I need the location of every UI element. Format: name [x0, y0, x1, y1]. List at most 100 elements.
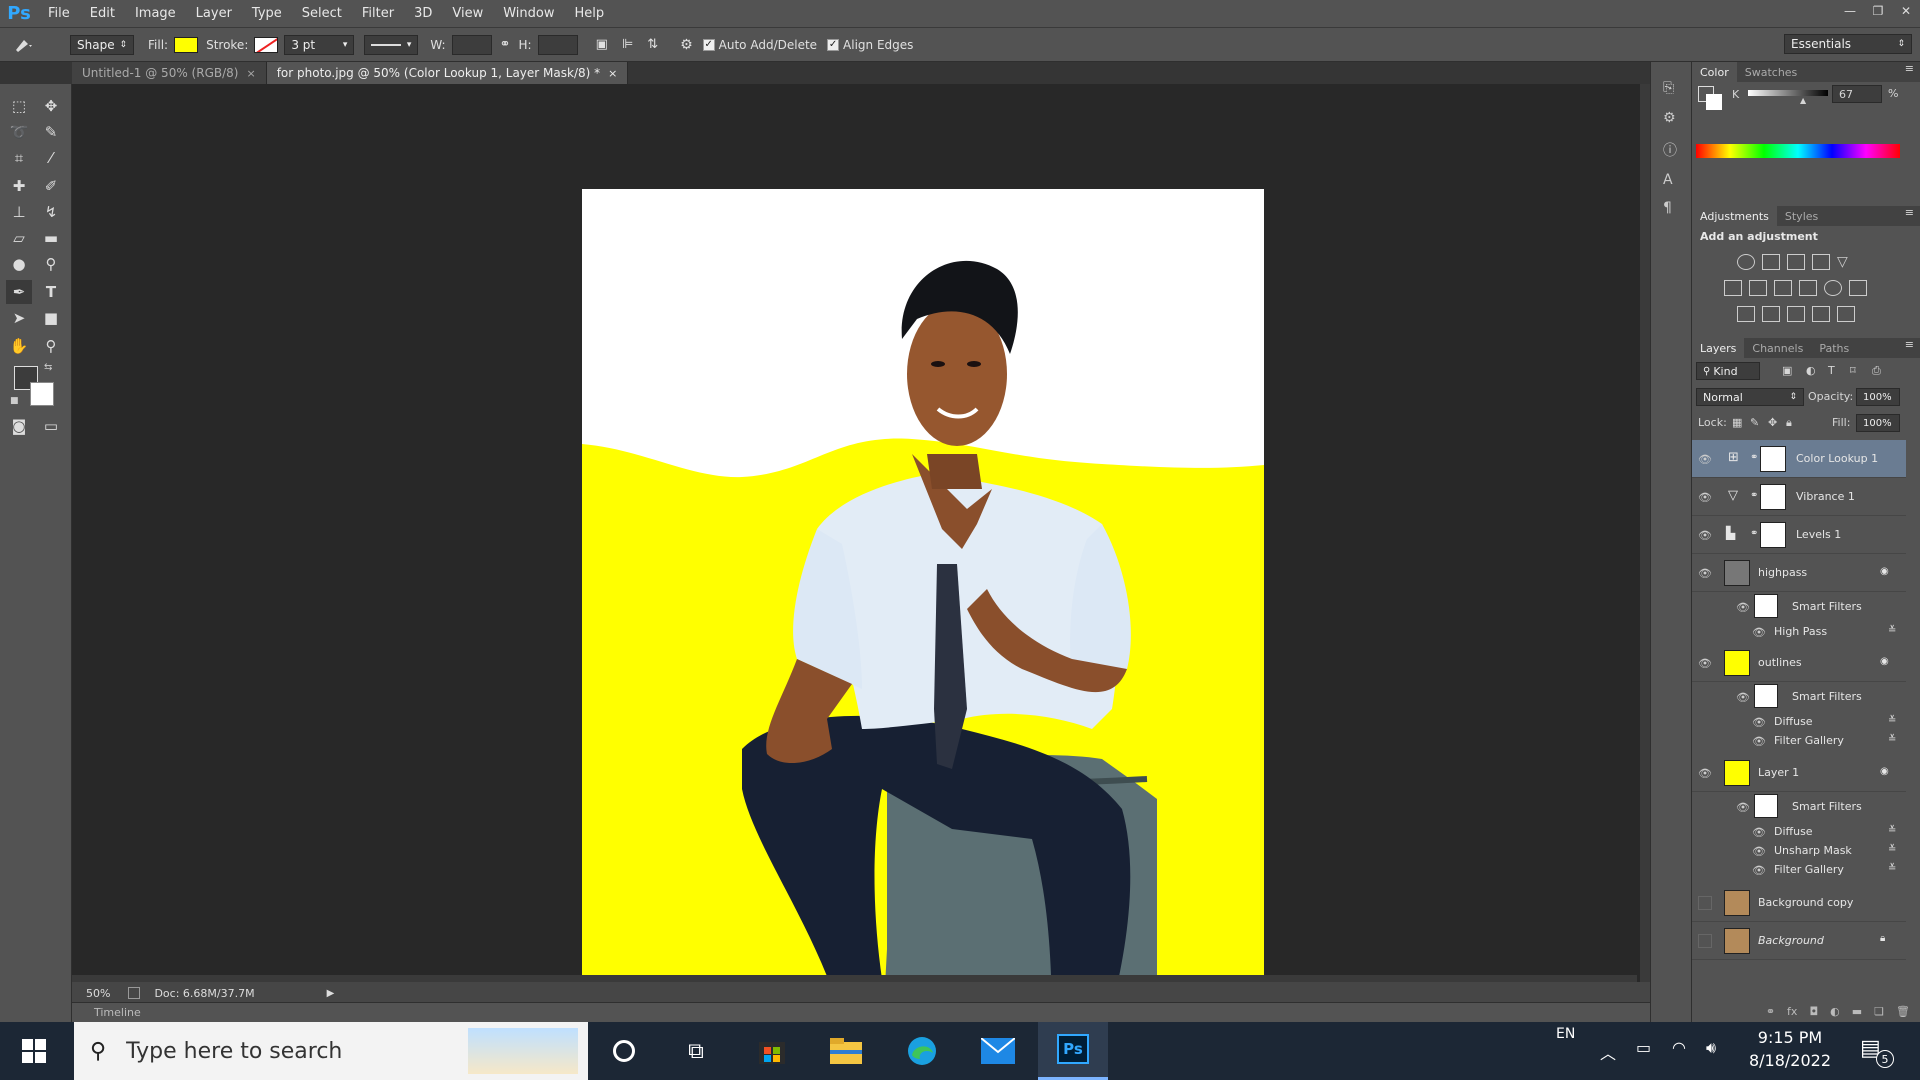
visibility-eye-icon[interactable]: 👁︎: [1698, 566, 1712, 580]
screen-mode-icon[interactable]: ▭: [38, 414, 64, 438]
tab-layers[interactable]: Layers: [1692, 338, 1745, 358]
type-tool-icon[interactable]: T: [38, 280, 64, 304]
menu-image[interactable]: Image: [125, 6, 186, 21]
posterize-icon[interactable]: [1762, 306, 1780, 322]
visibility-off-box[interactable]: [1698, 934, 1712, 948]
levels-icon[interactable]: [1762, 254, 1780, 270]
chevron-up-icon[interactable]: ︿: [1600, 1040, 1616, 1064]
fill-color-swatch[interactable]: [174, 36, 199, 53]
zoom-tool-icon[interactable]: ⚲: [38, 334, 64, 358]
filter-row-diffuse[interactable]: 👁︎ Diffuse ≚: [1692, 712, 1906, 731]
link-icon[interactable]: ⚭: [500, 37, 511, 52]
mail-icon[interactable]: [978, 1032, 1018, 1070]
visibility-off-box[interactable]: [1698, 896, 1712, 910]
filter-shape-icon[interactable]: ⌑: [1850, 364, 1856, 377]
microsoft-store-icon[interactable]: [752, 1032, 792, 1070]
menu-select[interactable]: Select: [292, 6, 352, 21]
shape-mode-select[interactable]: Shape ⇕: [70, 34, 134, 55]
visibility-eye-icon[interactable]: 👁︎: [1752, 825, 1766, 839]
layer-levels-1[interactable]: 👁︎ ▙ ⚭ Levels 1: [1692, 516, 1906, 554]
close-icon[interactable]: ✕: [1892, 0, 1920, 22]
channel-mixer-icon[interactable]: [1824, 280, 1842, 296]
background-color-swatch[interactable]: [1706, 94, 1722, 110]
height-field[interactable]: [537, 34, 578, 55]
move-tool-icon[interactable]: ✥: [38, 94, 64, 118]
photo-filter-icon[interactable]: [1799, 280, 1817, 296]
new-layer-icon[interactable]: ❏: [1874, 1005, 1884, 1018]
layer-highpass[interactable]: 👁︎ highpass ◉: [1692, 554, 1906, 592]
tab-styles[interactable]: Styles: [1777, 206, 1826, 226]
menu-view[interactable]: View: [442, 6, 493, 21]
gear-icon[interactable]: ⚙: [680, 37, 693, 53]
k-value-field[interactable]: 67: [1832, 85, 1882, 103]
k-slider[interactable]: [1748, 90, 1828, 96]
visibility-eye-icon[interactable]: 👁︎: [1698, 452, 1712, 466]
minimize-icon[interactable]: —: [1836, 0, 1864, 22]
black-white-icon[interactable]: [1774, 280, 1792, 296]
eraser-tool-icon[interactable]: ▱: [6, 226, 32, 250]
visibility-eye-icon[interactable]: 👁︎: [1736, 800, 1750, 814]
selective-color-icon[interactable]: [1812, 306, 1830, 322]
close-tab-icon[interactable]: ×: [608, 67, 617, 80]
blending-options-icon[interactable]: ≚: [1888, 844, 1896, 855]
dodge-tool-icon[interactable]: ⚲: [38, 252, 64, 276]
slider-thumb-icon[interactable]: ▲: [1800, 96, 1806, 105]
color-lookup-icon[interactable]: [1849, 280, 1867, 296]
layer-layer-1[interactable]: 👁︎ Layer 1 ◉: [1692, 754, 1906, 792]
fill-field[interactable]: 100%: [1856, 414, 1900, 432]
visibility-eye-icon[interactable]: 👁︎: [1752, 863, 1766, 877]
chain-link-icon[interactable]: ⚭: [1750, 490, 1758, 501]
auto-add-delete-checkbox[interactable]: ✓ Auto Add/Delete: [702, 38, 817, 52]
new-group-icon[interactable]: ▬: [1852, 1005, 1862, 1018]
input-language[interactable]: EN: [1556, 1026, 1575, 1042]
panel-menu-icon[interactable]: ≡: [1905, 338, 1920, 358]
lasso-tool-icon[interactable]: ➰: [6, 120, 32, 144]
blending-options-icon[interactable]: ≚: [1888, 863, 1896, 874]
smart-filters-row[interactable]: 👁︎ Smart Filters: [1692, 592, 1906, 622]
filter-row-filter-gallery[interactable]: 👁︎ Filter Gallery ≚: [1692, 860, 1906, 879]
wifi-icon[interactable]: ◠: [1672, 1038, 1686, 1057]
stroke-type-select[interactable]: ▾: [364, 34, 419, 55]
clock[interactable]: 9:15 PM 8/18/2022: [1740, 1028, 1840, 1070]
history-panel-icon[interactable]: ⎘: [1663, 80, 1674, 96]
blending-options-icon[interactable]: ≚: [1888, 825, 1896, 836]
tab-adjustments[interactable]: Adjustments: [1692, 206, 1777, 226]
filter-row-filter-gallery[interactable]: 👁︎ Filter Gallery ≚: [1692, 731, 1906, 750]
layer-thumbnail[interactable]: [1724, 928, 1750, 954]
smart-filter-toggle-icon[interactable]: ◉: [1880, 656, 1889, 667]
info-panel-icon[interactable]: ⓘ: [1663, 140, 1677, 160]
gradient-tool-icon[interactable]: ▬: [38, 226, 64, 250]
menu-layer[interactable]: Layer: [186, 6, 242, 21]
visibility-eye-icon[interactable]: 👁︎: [1736, 690, 1750, 704]
swap-colors-icon[interactable]: ⇆: [44, 362, 52, 373]
battery-icon[interactable]: ▭: [1636, 1038, 1651, 1057]
layer-background[interactable]: Background 🔒︎: [1692, 922, 1906, 960]
filter-smart-object-icon[interactable]: ⎙: [1872, 364, 1881, 378]
paragraph-panel-icon[interactable]: ¶: [1663, 200, 1672, 216]
path-alignment-icon[interactable]: ⊫: [622, 37, 633, 52]
filter-row-diffuse[interactable]: 👁︎ Diffuse ≚: [1692, 822, 1906, 841]
history-brush-tool-icon[interactable]: ↯: [38, 200, 64, 224]
zoom-level[interactable]: 50%: [86, 987, 110, 1000]
smart-filter-toggle-icon[interactable]: ◉: [1880, 766, 1889, 777]
menu-type[interactable]: Type: [242, 6, 292, 21]
layer-thumbnail[interactable]: [1724, 890, 1750, 916]
lock-transparent-icon[interactable]: ▦: [1732, 416, 1742, 429]
chain-link-icon[interactable]: ⚭: [1750, 452, 1758, 463]
layer-thumbnail[interactable]: [1724, 650, 1750, 676]
vibrance-icon[interactable]: ▽: [1837, 254, 1855, 270]
smart-filter-mask-thumbnail[interactable]: [1754, 594, 1778, 618]
edge-browser-icon[interactable]: [902, 1032, 942, 1070]
link-layers-icon[interactable]: ⚭: [1766, 1005, 1775, 1018]
vertical-scrollbar[interactable]: [1640, 84, 1650, 982]
canvas-workspace[interactable]: [72, 84, 1650, 1042]
brightness-contrast-icon[interactable]: [1737, 254, 1755, 270]
filter-row-high-pass[interactable]: 👁︎ High Pass ≚: [1692, 622, 1906, 641]
layer-filter-kind[interactable]: ⚲ Kind: [1696, 362, 1760, 380]
visibility-eye-icon[interactable]: 👁︎: [1752, 734, 1766, 748]
tab-color[interactable]: Color: [1692, 62, 1737, 82]
layer-thumbnail[interactable]: [1724, 560, 1750, 586]
layer-thumbnail[interactable]: [1724, 760, 1750, 786]
notification-center-icon[interactable]: ▤ 5: [1860, 1036, 1894, 1068]
background-color-swatch[interactable]: [30, 382, 54, 406]
